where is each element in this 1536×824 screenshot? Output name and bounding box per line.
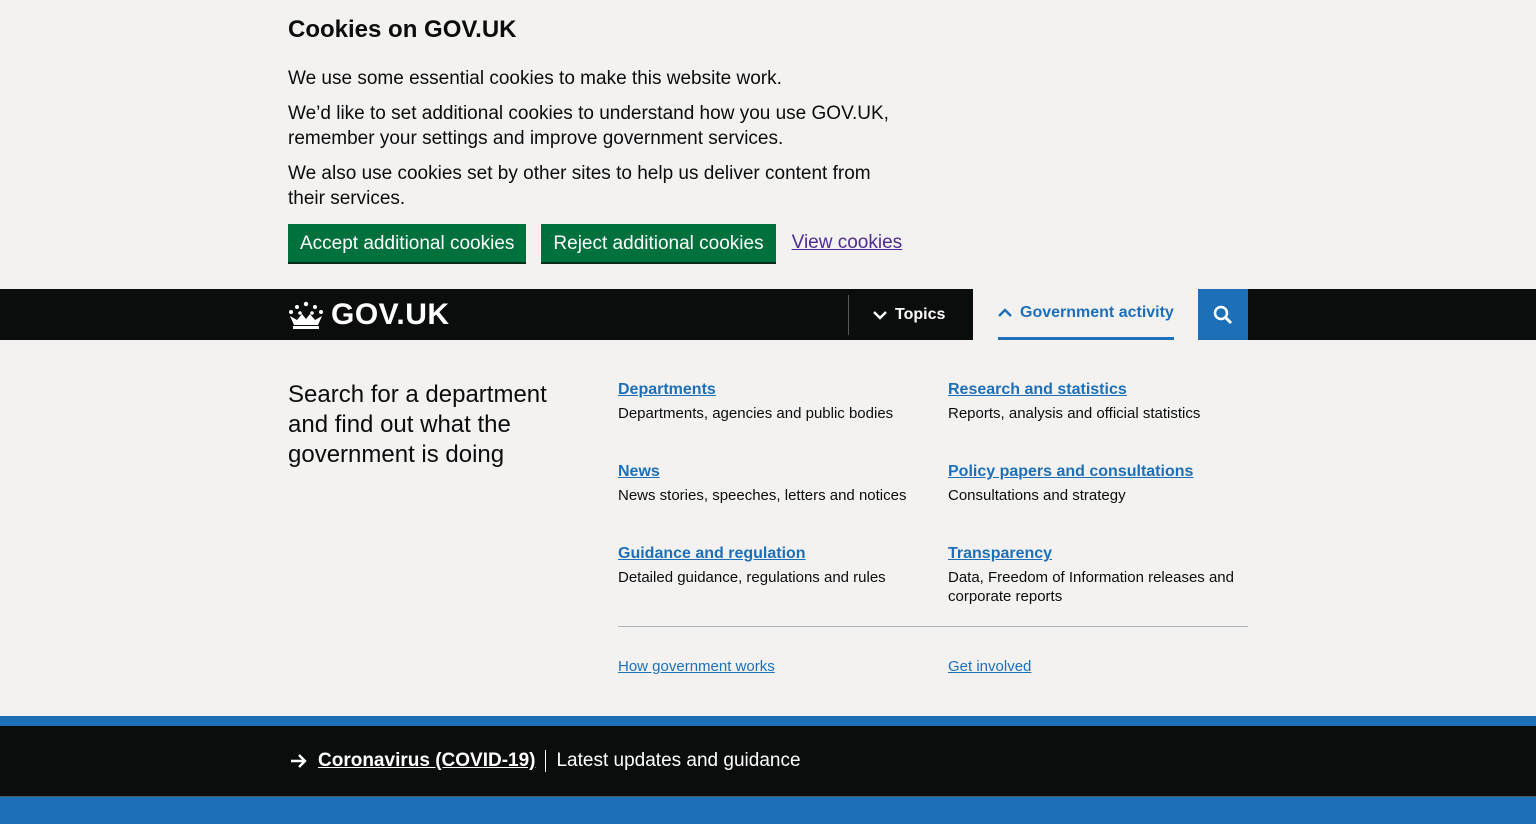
arrow-right-icon <box>291 754 307 768</box>
guidance-regulation-description: Detailed guidance, regulations and rules <box>618 569 886 586</box>
bottom-blue-band <box>0 797 1536 824</box>
menu-item-departments: Departments Departments, agencies and pu… <box>618 380 918 423</box>
govuk-logo-link[interactable]: GOV.UK <box>288 289 450 340</box>
government-activity-menu: Search for a department and find out wha… <box>0 340 1536 716</box>
departments-description: Departments, agencies and public bodies <box>618 405 894 422</box>
coronavirus-link[interactable]: Coronavirus (COVID-19) <box>318 750 535 772</box>
crown-icon <box>289 301 323 329</box>
cookie-text-third-party: We also use cookies set by other sites t… <box>288 163 871 209</box>
get-involved-link[interactable]: Get involved <box>948 658 1031 675</box>
cookie-text-essential: We use some essential cookies to make th… <box>288 68 782 89</box>
departments-link[interactable]: Departments <box>618 380 918 400</box>
menu-item-guidance-regulation: Guidance and regulation Detailed guidanc… <box>618 544 918 587</box>
menu-divider <box>618 626 1248 627</box>
search-icon <box>1213 305 1233 324</box>
policy-papers-description: Consultations and strategy <box>948 487 1126 504</box>
cookie-banner-title: Cookies on GOV.UK <box>288 16 517 43</box>
covid-guidance-text: Latest updates and guidance <box>556 750 801 771</box>
transparency-description: Data, Freedom of Information releases an… <box>948 569 1234 605</box>
accept-cookies-button[interactable]: Accept additional cookies <box>288 224 527 262</box>
how-government-works-link[interactable]: How government works <box>618 658 775 675</box>
view-cookies-link[interactable]: View cookies <box>792 232 903 254</box>
menu-item-news: News News stories, speeches, letters and… <box>618 462 918 505</box>
policy-papers-link[interactable]: Policy papers and consultations <box>948 462 1248 482</box>
menu-item-policy-papers: Policy papers and consultations Consulta… <box>948 462 1248 505</box>
search-toggle-button[interactable] <box>1198 289 1248 340</box>
covid-separator <box>545 750 547 772</box>
covid-banner-stripe <box>0 716 1536 726</box>
menu-item-transparency: Transparency Data, Freedom of Informatio… <box>948 544 1248 606</box>
site-header: GOV.UK Topics Government activity <box>0 289 1536 340</box>
transparency-link[interactable]: Transparency <box>948 544 1248 564</box>
chevron-down-icon <box>873 310 887 320</box>
cookie-banner: Cookies on GOV.UK We use some essential … <box>0 0 1536 289</box>
news-link[interactable]: News <box>618 462 918 482</box>
covid-banner: Coronavirus (COVID-19) Latest updates an… <box>0 726 1536 796</box>
menu-lead-text: Search for a department and find out wha… <box>288 381 547 468</box>
chevron-up-icon <box>998 308 1012 317</box>
govuk-logo-text: GOV.UK <box>331 297 450 331</box>
research-statistics-link[interactable]: Research and statistics <box>948 380 1248 400</box>
cookie-text-additional: We’d like to set additional cookies to u… <box>288 103 889 149</box>
research-statistics-description: Reports, analysis and official statistic… <box>948 405 1201 422</box>
guidance-regulation-link[interactable]: Guidance and regulation <box>618 544 918 564</box>
cookie-actions: Accept additional cookies Reject additio… <box>288 224 1248 262</box>
reject-cookies-button[interactable]: Reject additional cookies <box>541 224 776 262</box>
topics-label: Topics <box>895 305 946 323</box>
government-activity-menu-toggle[interactable]: Government activity <box>973 289 1198 340</box>
menu-item-research-statistics: Research and statistics Reports, analysi… <box>948 380 1248 423</box>
news-description: News stories, speeches, letters and noti… <box>618 487 907 504</box>
government-activity-label: Government activity <box>1020 304 1174 321</box>
topics-menu-toggle[interactable]: Topics <box>849 289 973 340</box>
government-activity-tab: Government activity <box>998 289 1174 340</box>
